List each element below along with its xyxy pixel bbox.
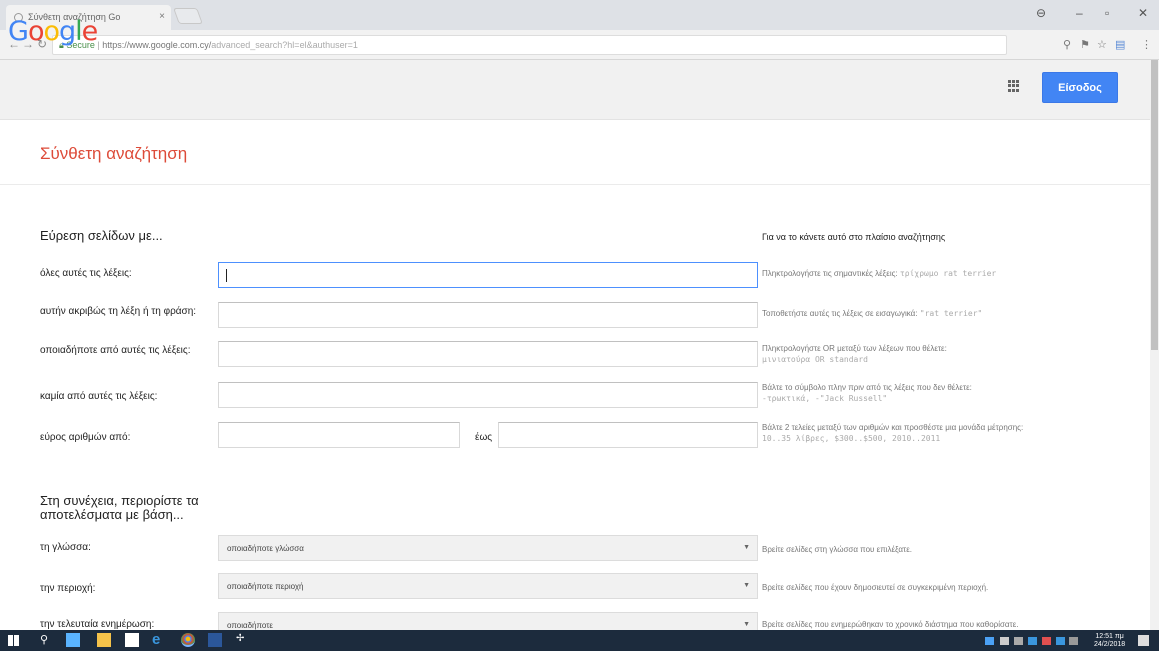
tray-app-icon[interactable] xyxy=(1014,637,1023,645)
browser-toolbar: ← → ↻ 🔒︎ Secure | https://www.google.com… xyxy=(0,30,1159,60)
tray-network-icon[interactable] xyxy=(985,637,994,645)
number-range-from-input[interactable] xyxy=(218,422,460,448)
number-range-label: εύρος αριθμών από: xyxy=(40,432,131,443)
narrow-results-heading: Στη συνέχεια, περιορίστε τα αποτελέσματα… xyxy=(40,494,199,522)
region-label: την περιοχή: xyxy=(40,583,96,594)
all-words-hint: Πληκτρολογήστε τις σημαντικές λέξεις: τρ… xyxy=(762,269,997,278)
logo-letter: g xyxy=(59,16,76,47)
google-logo[interactable]: Google xyxy=(8,16,99,47)
none-words-input[interactable] xyxy=(218,382,758,408)
number-range-to-input[interactable] xyxy=(498,422,758,448)
store-icon[interactable] xyxy=(125,633,139,647)
language-select[interactable]: οποιαδήποτε γλώσσα ▼ xyxy=(218,535,758,561)
task-view-icon[interactable] xyxy=(66,633,80,647)
google-header xyxy=(0,60,1159,120)
last-update-hint: Βρείτε σελίδες που ενημερώθηκαν το χρονι… xyxy=(762,620,1019,629)
exact-phrase-input[interactable] xyxy=(218,302,758,328)
menu-icon[interactable]: ⋮ xyxy=(1141,38,1152,51)
logo-letter: G xyxy=(8,16,29,47)
tray-app-icon[interactable] xyxy=(1000,637,1009,645)
page-title: Σύνθετη αναζήτηση xyxy=(40,144,188,163)
new-tab-button[interactable] xyxy=(173,8,203,24)
none-words-hint: Βάλτε το σύμβολο πλην πριν από τις λέξει… xyxy=(762,383,972,403)
extension-icon[interactable]: ▤ xyxy=(1115,38,1125,51)
scrollbar-thumb[interactable] xyxy=(1151,60,1158,350)
extension-icon[interactable]: ⚑ xyxy=(1080,38,1090,51)
minimize-icon[interactable]: – xyxy=(1076,6,1083,20)
word-icon[interactable] xyxy=(208,633,222,647)
address-bar[interactable]: 🔒︎ Secure | https://www.google.com.cy/ad… xyxy=(52,35,1007,55)
search-icon[interactable]: ⚲ xyxy=(40,633,54,647)
search-icon[interactable]: ⚲ xyxy=(1063,38,1071,51)
dropdown-arrow-icon: ▼ xyxy=(743,582,750,589)
language-label: τη γλώσσα: xyxy=(40,542,91,553)
windows-taskbar: ⚲ e ✢ 12:51 πμ 24/2/2018 xyxy=(0,630,1159,651)
sign-in-button[interactable]: Είσοδος xyxy=(1042,72,1118,103)
profile-icon[interactable]: ⊖ xyxy=(1036,6,1046,20)
url-host: https://www.google.com.cy/ xyxy=(102,40,212,50)
text-cursor xyxy=(226,269,227,282)
app-icon[interactable]: ✢ xyxy=(236,633,250,647)
dropdown-arrow-icon: ▼ xyxy=(743,544,750,551)
all-words-label: όλες αυτές τις λέξεις: xyxy=(40,268,132,279)
chrome-icon[interactable] xyxy=(181,633,195,647)
any-words-hint: Πληκτρολογήστε OR μεταξύ των λέξεων που … xyxy=(762,344,947,364)
logo-letter: e xyxy=(81,16,99,47)
browser-tab-bar: Σύνθετη αναζήτηση Go × ⊖ – ▫ ✕ xyxy=(0,0,1159,30)
none-words-label: καμία από αυτές τις λέξεις: xyxy=(40,391,158,402)
url-path: advanced_search?hl=el&authuser=1 xyxy=(211,40,358,50)
file-explorer-icon[interactable] xyxy=(97,633,111,647)
dropdown-arrow-icon: ▼ xyxy=(743,621,750,628)
logo-letter: o xyxy=(43,16,60,47)
tray-app-icon[interactable] xyxy=(1028,637,1037,645)
number-range-to-label: έως xyxy=(475,432,493,443)
logo-letter: o xyxy=(27,16,45,47)
taskbar-clock[interactable]: 12:51 πμ 24/2/2018 xyxy=(1094,633,1125,649)
tray-app-icon[interactable] xyxy=(1042,637,1051,645)
edge-icon[interactable]: e xyxy=(152,631,166,648)
exact-phrase-hint: Τοποθετήστε αυτές τις λέξεις σε εισαγωγι… xyxy=(762,309,983,318)
find-pages-heading: Εύρεση σελίδων με... xyxy=(40,228,163,243)
close-window-icon[interactable]: ✕ xyxy=(1138,6,1148,20)
any-words-label: οποιαδήποτε από αυτές τις λέξεις: xyxy=(40,345,191,356)
number-range-hint: Βάλτε 2 τελείες μεταξύ των αριθμών και π… xyxy=(762,423,1024,443)
region-select[interactable]: οποιαδήποτε περιοχή ▼ xyxy=(218,573,758,599)
hint-heading: Για να το κάνετε αυτό στο πλαίσιο αναζήτ… xyxy=(762,232,946,242)
language-hint: Βρείτε σελίδες στη γλώσσα που επιλέξατε. xyxy=(762,545,912,554)
notifications-icon[interactable] xyxy=(1138,635,1149,646)
tray-app-icon[interactable] xyxy=(1056,637,1065,645)
bookmark-star-icon[interactable]: ☆ xyxy=(1097,38,1107,51)
tray-volume-icon[interactable] xyxy=(1069,637,1078,645)
tab-close-icon[interactable]: × xyxy=(159,11,165,22)
maximize-icon[interactable]: ▫ xyxy=(1105,6,1109,20)
exact-phrase-label: αυτήν ακριβώς τη λέξη ή τη φράση: xyxy=(40,306,197,317)
any-words-input[interactable] xyxy=(218,341,758,367)
all-words-input[interactable] xyxy=(218,262,758,288)
region-hint: Βρείτε σελίδες που έχουν δημοσιευτεί σε … xyxy=(762,583,989,592)
windows-start-icon[interactable] xyxy=(8,635,19,646)
apps-grid-icon[interactable] xyxy=(1008,80,1020,92)
